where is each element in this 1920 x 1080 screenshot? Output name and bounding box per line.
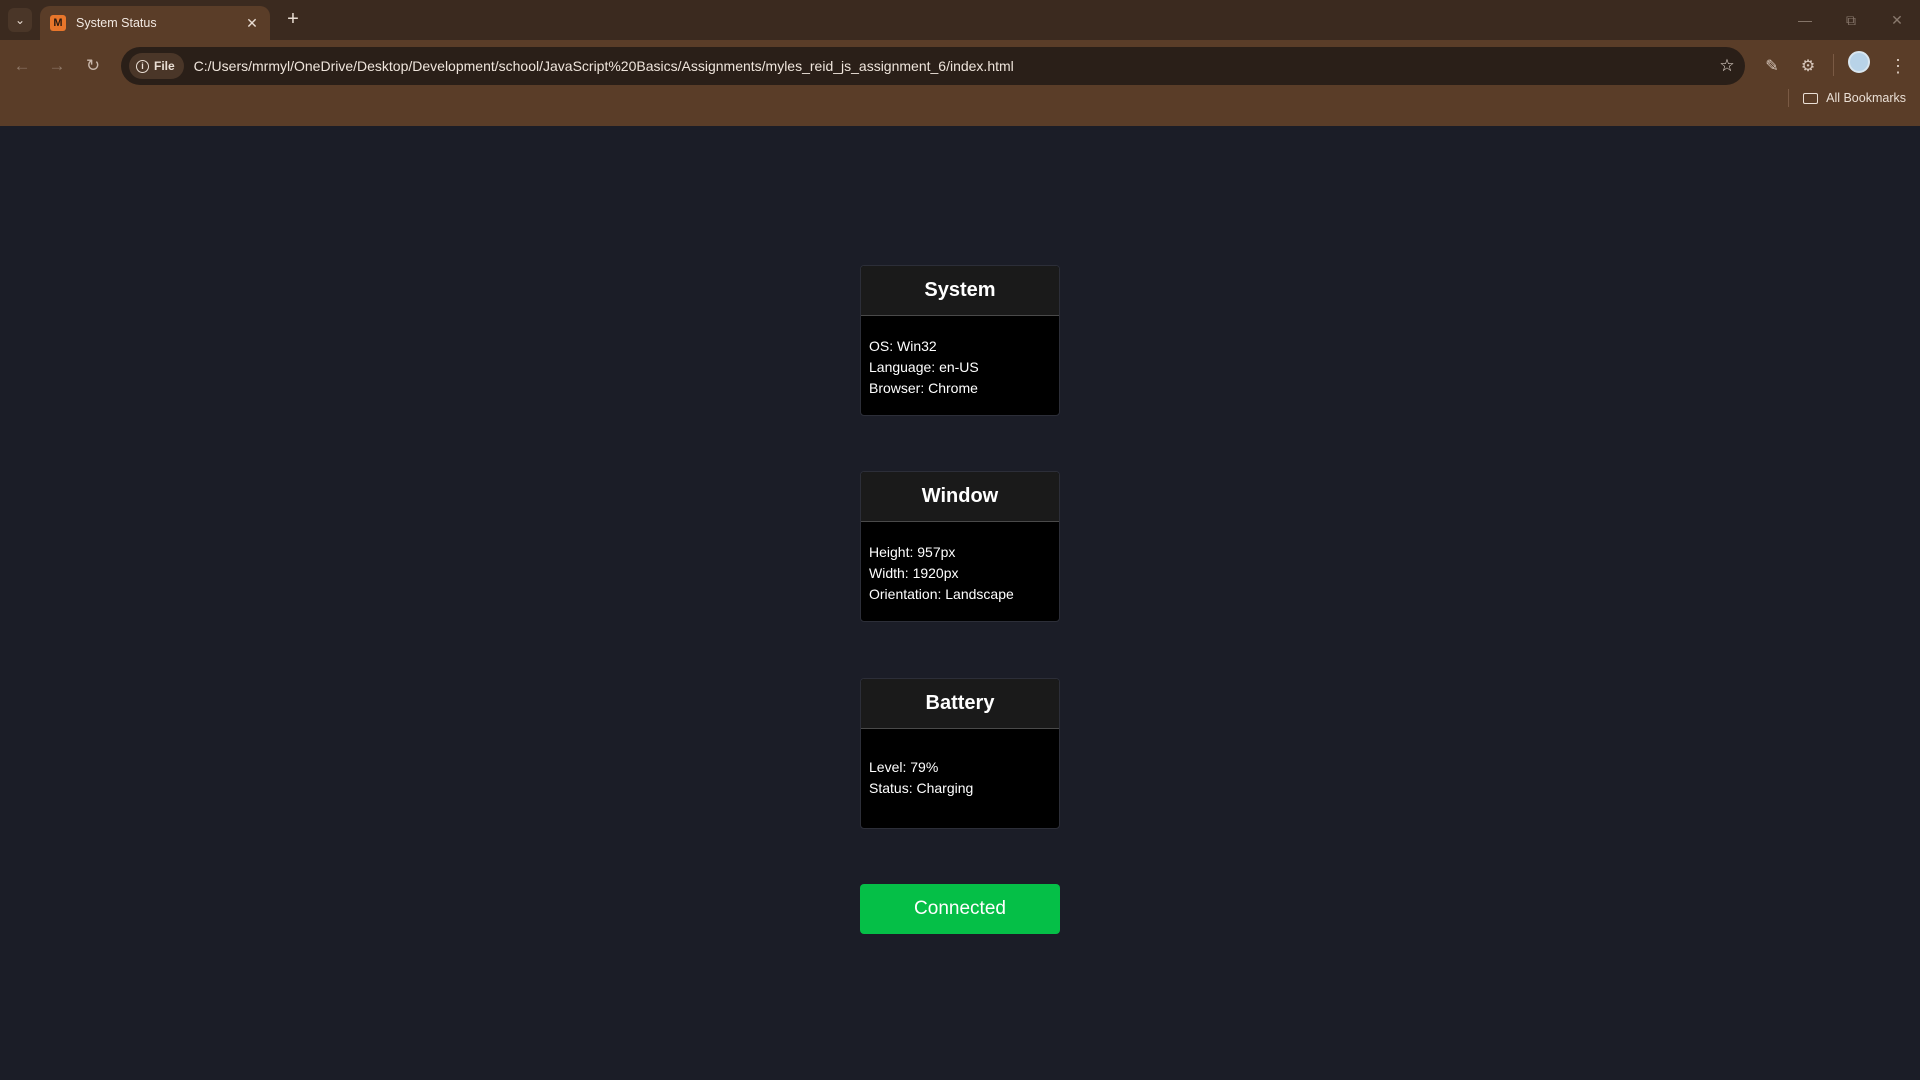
edit-pen-icon[interactable]: ✎ — [1756, 50, 1788, 82]
card-body: Height: 957px Width: 1920px Orientation:… — [861, 522, 1059, 621]
browser-toolbar: ← → ↻ i File C:/Users/mrmyl/OneDrive/Des… — [0, 40, 1920, 126]
bookmarks-divider — [1788, 89, 1789, 107]
height-value: Height: 957px — [869, 544, 956, 560]
address-bar[interactable]: i File C:/Users/mrmyl/OneDrive/Desktop/D… — [121, 47, 1745, 85]
all-bookmarks-button[interactable]: All Bookmarks — [1803, 89, 1906, 107]
back-arrow-icon[interactable]: ← — [6, 50, 38, 82]
tab-system-status[interactable]: M System Status ✕ — [40, 6, 270, 40]
site-chip-label: File — [154, 59, 175, 73]
connection-status-button[interactable]: Connected — [860, 884, 1060, 934]
card-body: Level: 79% Status: Charging — [861, 729, 1059, 828]
card-body: OS: Win32 Language: en-US Browser: Chrom… — [861, 316, 1059, 415]
info-icon: i — [136, 59, 149, 73]
tab-strip: ⌄ M System Status ✕ + — ⧉ ✕ — [0, 0, 1920, 40]
width-value: Width: 1920px — [869, 565, 959, 581]
close-tab-icon[interactable]: ✕ — [244, 15, 260, 32]
window-card: Window Height: 957px Width: 1920px Orien… — [860, 471, 1060, 622]
window-controls: — ⧉ ✕ — [1782, 0, 1920, 40]
extensions-puzzle-icon[interactable]: ⚙ — [1792, 50, 1824, 82]
url-text[interactable]: C:/Users/mrmyl/OneDrive/Desktop/Developm… — [194, 58, 1709, 74]
menu-kebab-icon[interactable]: ⋮ — [1882, 50, 1914, 82]
restore-icon[interactable]: ⧉ — [1828, 0, 1874, 40]
folder-icon — [1803, 92, 1819, 104]
tab-title: System Status — [76, 16, 157, 30]
card-title: System — [861, 266, 1059, 316]
language-value: Language: en-US — [869, 359, 979, 375]
minimize-icon[interactable]: — — [1782, 0, 1828, 40]
page-content: System OS: Win32 Language: en-US Browser… — [0, 120, 1920, 1080]
bookmark-star-icon[interactable]: ☆ — [1709, 56, 1745, 76]
forward-arrow-icon[interactable]: → — [41, 50, 73, 82]
profile-avatar[interactable] — [1848, 51, 1870, 73]
all-bookmarks-label: All Bookmarks — [1826, 91, 1906, 105]
tab-search-chevron-icon[interactable]: ⌄ — [8, 8, 32, 32]
new-tab-plus-icon[interactable]: + — [281, 8, 305, 32]
battery-card: Battery Level: 79% Status: Charging — [860, 678, 1060, 829]
reload-icon[interactable]: ↻ — [77, 50, 109, 82]
battery-level-value: Level: 79% — [869, 759, 939, 775]
orientation-value: Orientation: Landscape — [869, 586, 1014, 602]
system-card: System OS: Win32 Language: en-US Browser… — [860, 265, 1060, 416]
card-title: Window — [861, 472, 1059, 522]
card-title: Battery — [861, 679, 1059, 729]
toolbar-divider — [1833, 54, 1834, 76]
tab-favicon-icon: M — [50, 15, 66, 31]
close-window-icon[interactable]: ✕ — [1874, 0, 1920, 40]
os-value: OS: Win32 — [869, 338, 937, 354]
battery-status-value: Status: Charging — [869, 780, 974, 796]
site-info-chip[interactable]: i File — [129, 53, 184, 79]
browser-value: Browser: Chrome — [869, 380, 978, 396]
